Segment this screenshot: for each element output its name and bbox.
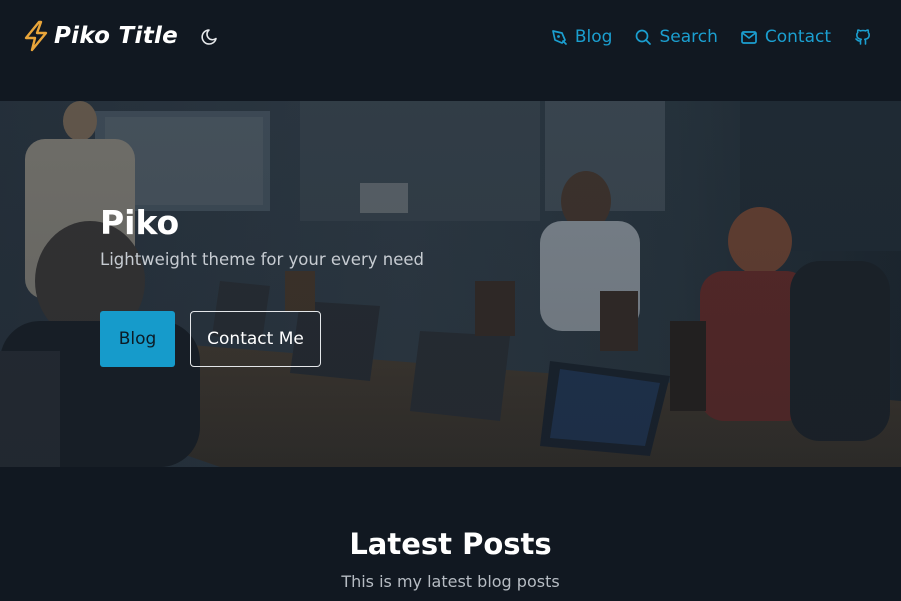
- github-icon: [855, 29, 870, 45]
- contact-me-button[interactable]: Contact Me: [190, 311, 321, 367]
- latest-posts-subtitle: This is my latest blog posts: [341, 572, 560, 591]
- blog-button[interactable]: Blog: [100, 311, 175, 367]
- bolt-icon: [24, 20, 48, 52]
- nav-contact-label: Contact: [764, 27, 831, 47]
- nav-blog-label: Blog: [574, 27, 613, 47]
- hero-background-image: [0, 101, 901, 467]
- pen-icon: [552, 30, 567, 45]
- main-nav: Blog Search Contact: [528, 24, 873, 50]
- site-title: Piko Title: [54, 23, 179, 49]
- nav-blog[interactable]: Blog: [550, 27, 613, 47]
- site-brand[interactable]: Piko Title: [20, 18, 178, 54]
- hero-title: Piko: [100, 203, 180, 242]
- nav-github[interactable]: [853, 27, 873, 47]
- hero-subtitle: Lightweight theme for your every need: [100, 250, 424, 269]
- latest-posts-title: Latest Posts: [349, 527, 552, 561]
- theme-toggle[interactable]: [199, 27, 219, 47]
- hero-section: Piko Lightweight theme for your every ne…: [0, 101, 901, 467]
- mail-icon: [741, 31, 757, 44]
- nav-search[interactable]: Search: [634, 27, 718, 47]
- search-icon: [636, 29, 652, 45]
- nav-contact[interactable]: Contact: [740, 27, 831, 47]
- moon-icon: [201, 29, 217, 45]
- nav-search-label: Search: [659, 27, 718, 47]
- site-header: Piko Title Blog Search Contact: [0, 0, 901, 101]
